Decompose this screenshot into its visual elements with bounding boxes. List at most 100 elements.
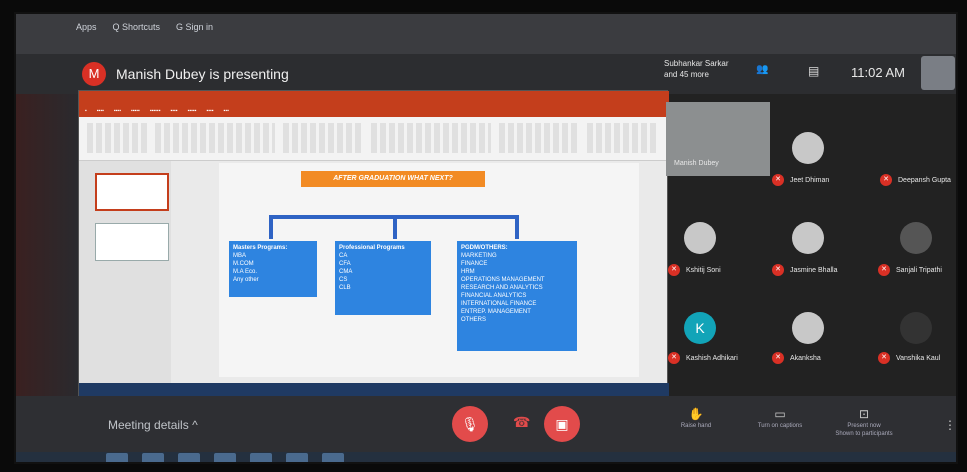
bookmark-shortcuts[interactable]: Q Shortcuts	[113, 22, 161, 32]
camera-off-button[interactable]: ▣	[544, 406, 580, 442]
present-icon: ⊡	[858, 407, 870, 421]
avatar	[792, 312, 824, 344]
app-icon[interactable]	[214, 453, 236, 462]
avatar: K	[684, 312, 716, 344]
participant-name: Akanksha	[790, 354, 821, 362]
bookmark-sign-in[interactable]: G Sign in	[176, 22, 213, 32]
mic-off-icon: 🎙	[461, 416, 479, 432]
browser-bookmarks-bar: Apps Q Shortcuts G Sign in	[16, 14, 956, 54]
participant-name: Sanjali Tripathi	[896, 266, 942, 274]
meeting-details-label: Meeting details	[108, 418, 189, 432]
meet-screen: Apps Q Shortcuts G Sign in M Manish Dube…	[14, 12, 958, 464]
bookmark-apps[interactable]: Apps	[76, 22, 97, 32]
participant-name: Deepansh Gupta	[898, 176, 951, 184]
mic-off-icon: ✕	[772, 264, 784, 276]
avatar	[792, 132, 824, 164]
captions-button[interactable]: ▭ Turn on captions	[750, 407, 810, 430]
participant-tile[interactable]: ✕ Deepansh Gupta	[880, 174, 951, 186]
chevron-up-icon: ^	[192, 418, 198, 432]
raise-hand-button[interactable]: ✋ Raise hand	[666, 408, 726, 430]
mic-off-icon: ✕	[880, 174, 892, 186]
participant-tile[interactable]: ✕ Sanjali Tripathi	[878, 264, 942, 276]
list-item: OTHERS	[461, 317, 487, 323]
start-icon[interactable]	[106, 453, 128, 462]
participant-name: Jasmine Bhalla	[790, 266, 838, 274]
chrome-icon[interactable]	[250, 453, 272, 462]
present-now-button[interactable]: ⊡ Present now Shown to participants	[834, 407, 894, 438]
participant-name: Jeet Dhiman	[790, 176, 830, 184]
presenter-taskbar	[79, 383, 669, 397]
meet-controls-bar: Meeting details ^ 🎙 ☎ ▣ ✋ Raise hand ▭ T…	[16, 396, 956, 452]
participant-name: Manish Dubey	[674, 160, 719, 167]
presenter-avatar: M	[82, 62, 106, 86]
powerpoint-ribbon-tabs: ▪ ▪▪▪▪ ▪▪▪▪ ▪▪▪▪▪ ▪▪▪▪▪▪ ▪▪▪▪ ▪▪▪▪▪ ▪▪▪▪ ▪▪▪	[79, 105, 669, 117]
participant-tile[interactable]: ✕ Akanksha	[772, 352, 821, 364]
ie-icon[interactable]	[142, 453, 164, 462]
people-icon[interactable]: 👥	[756, 64, 768, 75]
list-item: M.A Eco.	[233, 269, 258, 275]
slide-title: AFTER GRADUATION WHAT NEXT?	[301, 171, 485, 187]
participant-name: Vanshika Kaul	[896, 354, 941, 362]
participant-name: Kashish Adhikari	[686, 354, 738, 362]
avatar	[900, 222, 932, 254]
captions-icon: ▭	[774, 407, 786, 421]
professional-programs-box: Professional Programs CA CFA CMA CS CLB	[335, 241, 431, 315]
participant-tile[interactable]: ✕ Vanshika Kaul	[878, 352, 940, 364]
more-options-icon[interactable]: ⋮	[944, 418, 956, 432]
list-item: CS	[339, 277, 348, 283]
connector-line	[393, 215, 397, 239]
box-heading: Professional Programs	[339, 245, 405, 251]
left-margin	[16, 54, 78, 452]
list-item: Any other	[233, 277, 259, 283]
meet-header: M Manish Dubey is presenting Subhankar S…	[16, 54, 956, 94]
photo-frame: Apps Q Shortcuts G Sign in M Manish Dube…	[0, 0, 967, 472]
chat-icon[interactable]: ▤	[808, 64, 819, 78]
mic-off-button[interactable]: 🎙	[452, 406, 488, 442]
participant-tile[interactable]: ✕ Kashish Adhikari	[668, 352, 738, 364]
slide-thumbnails-pane	[79, 161, 171, 383]
app-icon[interactable]	[286, 453, 308, 462]
phone-hangup-icon: ☎	[513, 414, 531, 430]
slide-canvas: AFTER GRADUATION WHAT NEXT? Masters Prog…	[219, 163, 639, 377]
list-item: INTERNATIONAL FINANCE	[461, 301, 537, 307]
list-item: CFA	[339, 261, 351, 267]
list-item: OPERATIONS MANAGEMENT	[461, 277, 545, 283]
participant-name: Kshitij Soni	[686, 266, 721, 274]
powerpoint-titlebar	[79, 91, 669, 105]
captions-label: Turn on captions	[757, 423, 803, 429]
avatar	[792, 222, 824, 254]
slide-thumbnail-2[interactable]	[95, 223, 169, 261]
connector-line	[269, 215, 273, 239]
list-item: FINANCIAL ANALYTICS	[461, 293, 527, 299]
mic-off-icon: ✕	[668, 352, 680, 364]
present-now-label: Present now	[847, 423, 881, 429]
pgdm-others-box: PGDM/OTHERS: MARKETING FINANCE HRM OPERA…	[457, 241, 577, 351]
app-icon[interactable]	[322, 453, 344, 462]
participant-camera-tile[interactable]: Manish Dubey	[666, 102, 770, 176]
hangup-button[interactable]: ☎	[513, 414, 530, 431]
avatar	[900, 312, 932, 344]
participant-tile[interactable]: ✕ Kshitij Soni	[668, 264, 721, 276]
box-heading: Masters Programs:	[233, 245, 288, 251]
avatar	[684, 222, 716, 254]
windows-taskbar	[16, 452, 956, 462]
meeting-details-button[interactable]: Meeting details ^	[108, 418, 198, 432]
presenting-banner: Manish Dubey is presenting	[116, 66, 289, 82]
list-item: FINANCE	[461, 261, 488, 267]
self-view-thumbnail[interactable]	[921, 56, 955, 90]
participant-tile[interactable]: ✕ Jasmine Bhalla	[772, 264, 837, 276]
list-item: CMA	[339, 269, 353, 275]
mic-off-icon: ✕	[772, 352, 784, 364]
raise-hand-label: Raise hand	[680, 423, 712, 429]
folder-icon[interactable]	[178, 453, 200, 462]
participant-tile[interactable]: ✕ Jeet Dhiman	[772, 174, 829, 186]
list-item: CA	[339, 253, 348, 259]
present-now-sublabel: Shown to participants	[835, 431, 893, 437]
shared-screen: ▪ ▪▪▪▪ ▪▪▪▪ ▪▪▪▪▪ ▪▪▪▪▪▪ ▪▪▪▪ ▪▪▪▪▪ ▪▪▪▪ ▪▪▪ AFT…	[78, 90, 669, 397]
connector-line	[269, 215, 515, 219]
mic-off-icon: ✕	[878, 264, 890, 276]
connector-line	[515, 215, 519, 239]
list-item: MARKETING	[461, 253, 497, 259]
slide-thumbnail-1[interactable]	[95, 173, 169, 211]
mic-off-icon: ✕	[878, 352, 890, 364]
